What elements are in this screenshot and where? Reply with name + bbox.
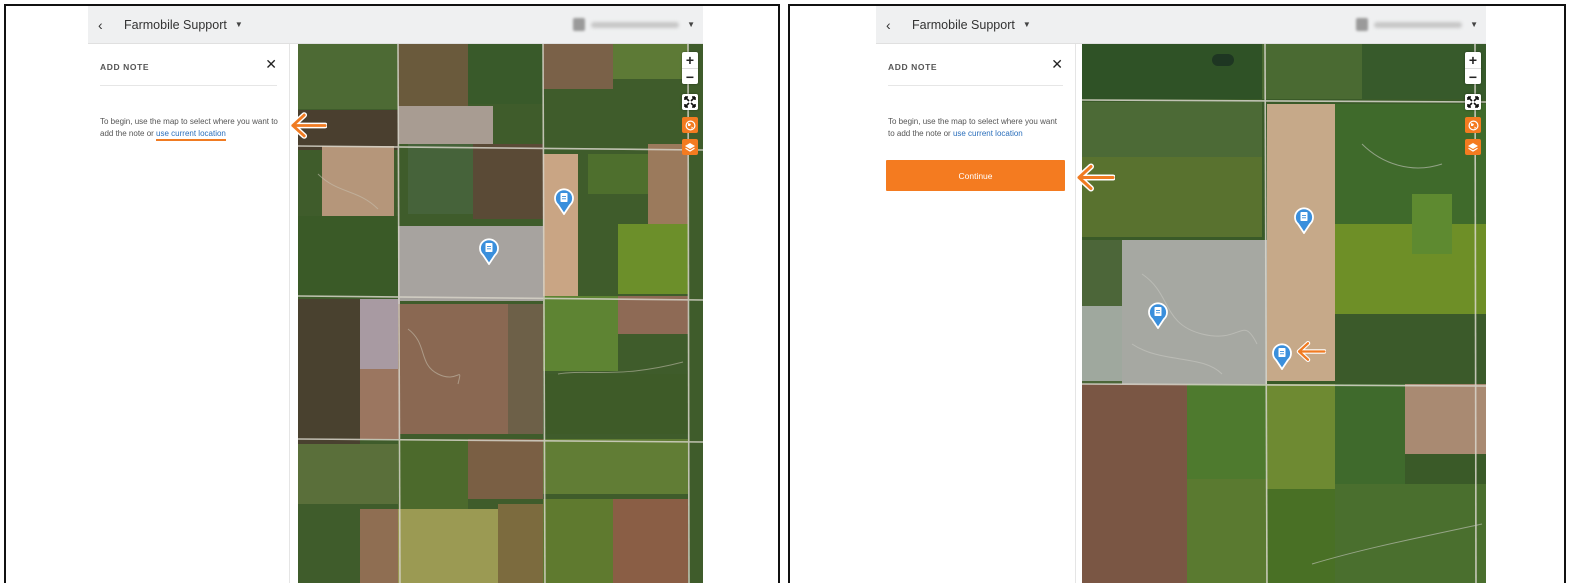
layers-icon[interactable] — [682, 139, 698, 155]
org-name[interactable]: Farmobile Support — [912, 18, 1015, 32]
fullscreen-icon[interactable] — [1465, 94, 1481, 110]
note-pin-icon[interactable] — [1271, 342, 1293, 370]
zoom-out-icon[interactable]: − — [1465, 68, 1481, 85]
use-current-location-link[interactable]: use current location — [953, 129, 1023, 138]
panel-header: ADD NOTE ✕ — [100, 56, 277, 86]
caret-down-icon[interactable]: ▼ — [1470, 20, 1478, 29]
instructions-text: To begin, use the map to select where yo… — [100, 116, 279, 141]
app-window: ‹ Farmobile Support ▼ ▼ ADD NOTE ✕ To be… — [876, 6, 1486, 583]
panel-header: ADD NOTE ✕ — [888, 56, 1063, 86]
note-pin-icon[interactable] — [478, 237, 500, 265]
blurred-user-name — [591, 21, 680, 28]
arrow-left-icon — [289, 112, 327, 139]
arrow-left-icon — [1296, 341, 1326, 362]
satellite-map[interactable]: + − — [1082, 44, 1486, 583]
satellite-map[interactable]: + − — [298, 44, 703, 583]
fullscreen-icon[interactable] — [682, 94, 698, 110]
chevron-left-icon[interactable]: ‹ — [886, 6, 908, 44]
globe-icon[interactable] — [682, 117, 698, 133]
blurred-user-name — [1374, 21, 1463, 28]
instructions-text: To begin, use the map to select where yo… — [888, 116, 1065, 139]
map-controls: + − — [1465, 52, 1481, 155]
map-controls: + − — [682, 52, 698, 155]
note-pin-icon[interactable] — [1293, 206, 1315, 234]
globe-icon[interactable] — [1465, 117, 1481, 133]
caret-down-icon[interactable]: ▼ — [687, 20, 695, 29]
caret-down-icon[interactable]: ▼ — [235, 20, 243, 29]
avatar — [573, 18, 586, 31]
panel-title: ADD NOTE — [100, 62, 150, 72]
zoom-out-icon[interactable]: − — [682, 68, 698, 85]
add-note-panel: ADD NOTE ✕ To begin, use the map to sele… — [876, 44, 1076, 583]
caret-down-icon[interactable]: ▼ — [1023, 20, 1031, 29]
zoom-control: + − — [1465, 52, 1481, 85]
layers-icon[interactable] — [1465, 139, 1481, 155]
top-bar: ‹ Farmobile Support ▼ ▼ — [876, 6, 1486, 44]
user-menu[interactable]: ▼ — [1356, 18, 1478, 31]
app-window: ‹ Farmobile Support ▼ ▼ ADD NOTE ✕ To be… — [88, 6, 703, 583]
use-current-location-link[interactable]: use current location — [156, 128, 226, 141]
screenshot-step-1: ‹ Farmobile Support ▼ ▼ ADD NOTE ✕ To be… — [4, 4, 780, 583]
continue-button[interactable]: Continue — [886, 160, 1065, 191]
add-note-panel: ADD NOTE ✕ To begin, use the map to sele… — [88, 44, 290, 583]
org-name[interactable]: Farmobile Support — [124, 18, 227, 32]
top-bar: ‹ Farmobile Support ▼ ▼ — [88, 6, 703, 44]
avatar — [1356, 18, 1369, 31]
map-imagery — [298, 44, 703, 583]
screenshot-step-2: ‹ Farmobile Support ▼ ▼ ADD NOTE ✕ To be… — [788, 4, 1566, 583]
zoom-in-icon[interactable]: + — [682, 52, 698, 68]
note-pin-icon[interactable] — [553, 187, 575, 215]
user-menu[interactable]: ▼ — [573, 18, 695, 31]
map-imagery — [1082, 44, 1486, 583]
close-icon[interactable]: ✕ — [1051, 57, 1063, 71]
close-icon[interactable]: ✕ — [265, 57, 277, 71]
panel-title: ADD NOTE — [888, 62, 938, 72]
arrow-left-icon — [1075, 163, 1115, 192]
zoom-in-icon[interactable]: + — [1465, 52, 1481, 68]
note-pin-icon[interactable] — [1147, 301, 1169, 329]
zoom-control: + − — [682, 52, 698, 85]
chevron-left-icon[interactable]: ‹ — [98, 6, 120, 44]
